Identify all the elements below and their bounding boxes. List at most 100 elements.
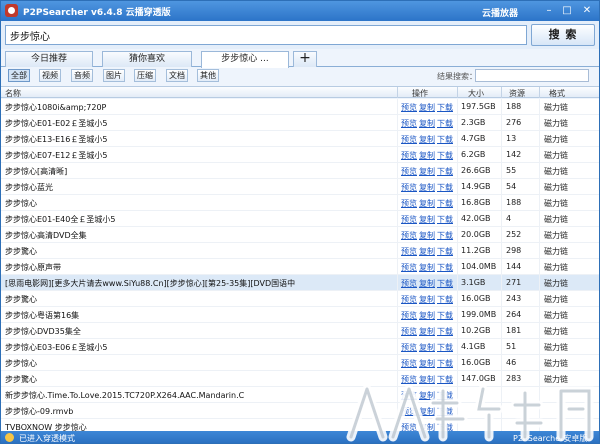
copy-link[interactable]: 复制: [419, 102, 435, 113]
download-link[interactable]: 下载: [437, 166, 453, 177]
download-link[interactable]: 下载: [437, 358, 453, 369]
download-link[interactable]: 下载: [437, 326, 453, 337]
preview-link[interactable]: 预览: [401, 390, 417, 401]
copy-link[interactable]: 复制: [419, 214, 435, 225]
download-link[interactable]: 下载: [437, 390, 453, 401]
download-link[interactable]: 下载: [437, 182, 453, 193]
preview-link[interactable]: 预览: [401, 262, 417, 273]
download-link[interactable]: 下载: [437, 422, 453, 431]
column-header-format[interactable]: 格式: [549, 88, 565, 99]
table-row[interactable]: 步步惊心E07-E12￡圣城小5 预览 复制 下载 6.2GB 142 磁力链: [1, 147, 599, 163]
result-search-input[interactable]: [475, 69, 589, 82]
table-row[interactable]: TVBOXNOW 步步惊心 预览 复制 下载: [1, 419, 599, 431]
copy-link[interactable]: 复制: [419, 198, 435, 209]
download-link[interactable]: 下载: [437, 134, 453, 145]
copy-link[interactable]: 复制: [419, 278, 435, 289]
table-row[interactable]: 步步惊心E01-E02￡圣城小5 预览 复制 下载 2.3GB 276 磁力链: [1, 115, 599, 131]
search-input[interactable]: [5, 25, 527, 45]
copy-link[interactable]: 复制: [419, 326, 435, 337]
download-link[interactable]: 下载: [437, 310, 453, 321]
filter-button[interactable]: 视频: [39, 69, 61, 82]
copy-link[interactable]: 复制: [419, 310, 435, 321]
preview-link[interactable]: 预览: [401, 278, 417, 289]
copy-link[interactable]: 复制: [419, 262, 435, 273]
maximize-icon[interactable]: □: [559, 4, 575, 18]
copy-link[interactable]: 复制: [419, 358, 435, 369]
close-icon[interactable]: ✕: [579, 4, 595, 18]
filter-button[interactable]: 音频: [71, 69, 93, 82]
add-tab-button[interactable]: +: [293, 51, 317, 67]
tab-guess-you-like[interactable]: 猜你喜欢: [102, 51, 192, 67]
preview-link[interactable]: 预览: [401, 342, 417, 353]
preview-link[interactable]: 预览: [401, 422, 417, 431]
preview-link[interactable]: 预览: [401, 358, 417, 369]
filter-button[interactable]: 全部: [8, 69, 30, 82]
table-row[interactable]: 步步惊心粤语第16集 预览 复制 下载 199.0MB 264 磁力链: [1, 307, 599, 323]
tab-search-result[interactable]: 步步惊心 ...: [201, 51, 289, 68]
search-button[interactable]: 搜 索: [531, 24, 595, 46]
copy-link[interactable]: 复制: [419, 166, 435, 177]
copy-link[interactable]: 复制: [419, 390, 435, 401]
filter-button[interactable]: 其他: [197, 69, 219, 82]
download-link[interactable]: 下载: [437, 342, 453, 353]
download-link[interactable]: 下载: [437, 198, 453, 209]
preview-link[interactable]: 预览: [401, 230, 417, 241]
preview-link[interactable]: 预览: [401, 214, 417, 225]
preview-link[interactable]: 预览: [401, 326, 417, 337]
preview-link[interactable]: 预览: [401, 134, 417, 145]
table-row[interactable]: 步步驚心 预览 复制 下载 16.0GB 243 磁力链: [1, 291, 599, 307]
copy-link[interactable]: 复制: [419, 422, 435, 431]
download-link[interactable]: 下载: [437, 230, 453, 241]
copy-link[interactable]: 复制: [419, 118, 435, 129]
copy-link[interactable]: 复制: [419, 150, 435, 161]
table-row[interactable]: 步步惊心原声带 预览 复制 下载 104.0MB 144 磁力链: [1, 259, 599, 275]
copy-link[interactable]: 复制: [419, 182, 435, 193]
preview-link[interactable]: 预览: [401, 374, 417, 385]
preview-link[interactable]: 预览: [401, 198, 417, 209]
table-row[interactable]: 步步惊心DVD35集全 预览 复制 下载 10.2GB 181 磁力链: [1, 323, 599, 339]
table-row[interactable]: [思雨电影网][更多大片请去www.SiYu88.Cn][步步惊心][第25-3…: [1, 275, 599, 291]
copy-link[interactable]: 复制: [419, 342, 435, 353]
preview-link[interactable]: 预览: [401, 406, 417, 417]
table-row[interactable]: 步步惊心E03-E06￡圣城小5 预览 复制 下载 4.1GB 51 磁力链: [1, 339, 599, 355]
table-row[interactable]: 步步惊心E13-E16￡圣城小5 预览 复制 下载 4.7GB 13 磁力链: [1, 131, 599, 147]
download-link[interactable]: 下载: [437, 294, 453, 305]
column-header-action[interactable]: 操作: [412, 88, 428, 99]
download-link[interactable]: 下载: [437, 102, 453, 113]
table-row[interactable]: 步步惊心蓝光 预览 复制 下载 14.9GB 54 磁力链: [1, 179, 599, 195]
column-header-sources[interactable]: 资源: [509, 88, 525, 99]
table-row[interactable]: 步步惊心 预览 复制 下载 16.8GB 188 磁力链: [1, 195, 599, 211]
copy-link[interactable]: 复制: [419, 246, 435, 257]
preview-link[interactable]: 预览: [401, 150, 417, 161]
copy-link[interactable]: 复制: [419, 374, 435, 385]
table-row[interactable]: 步步惊心1080i&amp;720P 预览 复制 下载 197.5GB 188 磁力链: [1, 99, 599, 115]
copy-link[interactable]: 复制: [419, 294, 435, 305]
download-link[interactable]: 下载: [437, 150, 453, 161]
table-row[interactable]: 步步驚心 预览 复制 下载 11.2GB 298 磁力链: [1, 243, 599, 259]
filter-button[interactable]: 图片: [103, 69, 125, 82]
download-link[interactable]: 下载: [437, 118, 453, 129]
table-row[interactable]: 步步惊心-09.rmvb 预览 复制 下载: [1, 403, 599, 419]
filter-button[interactable]: 压缩: [134, 69, 156, 82]
download-link[interactable]: 下载: [437, 214, 453, 225]
table-row[interactable]: 步步惊心[高清晰] 预览 复制 下载 26.6GB 55 磁力链: [1, 163, 599, 179]
download-link[interactable]: 下载: [437, 374, 453, 385]
preview-link[interactable]: 预览: [401, 102, 417, 113]
table-row[interactable]: 步步驚心 预览 复制 下载 147.0GB 283 磁力链: [1, 371, 599, 387]
column-header-name[interactable]: 名称: [5, 88, 21, 99]
preview-link[interactable]: 预览: [401, 182, 417, 193]
cloud-player-link[interactable]: 云播放器: [482, 6, 518, 19]
download-link[interactable]: 下载: [437, 246, 453, 257]
download-link[interactable]: 下载: [437, 262, 453, 273]
preview-link[interactable]: 预览: [401, 294, 417, 305]
copy-link[interactable]: 复制: [419, 230, 435, 241]
preview-link[interactable]: 预览: [401, 166, 417, 177]
table-row[interactable]: 步步惊心高清DVD全集 预览 复制 下载 20.0GB 252 磁力链: [1, 227, 599, 243]
table-row[interactable]: 步步惊心 预览 复制 下载 16.0GB 46 磁力链: [1, 355, 599, 371]
preview-link[interactable]: 预览: [401, 310, 417, 321]
tab-today-recommend[interactable]: 今日推荐: [5, 51, 93, 67]
minimize-icon[interactable]: –: [541, 4, 557, 18]
column-header-size[interactable]: 大小: [468, 88, 484, 99]
table-row[interactable]: 步步惊心E01-E40全￡圣城小5 预览 复制 下载 42.0GB 4 磁力链: [1, 211, 599, 227]
download-link[interactable]: 下载: [437, 278, 453, 289]
